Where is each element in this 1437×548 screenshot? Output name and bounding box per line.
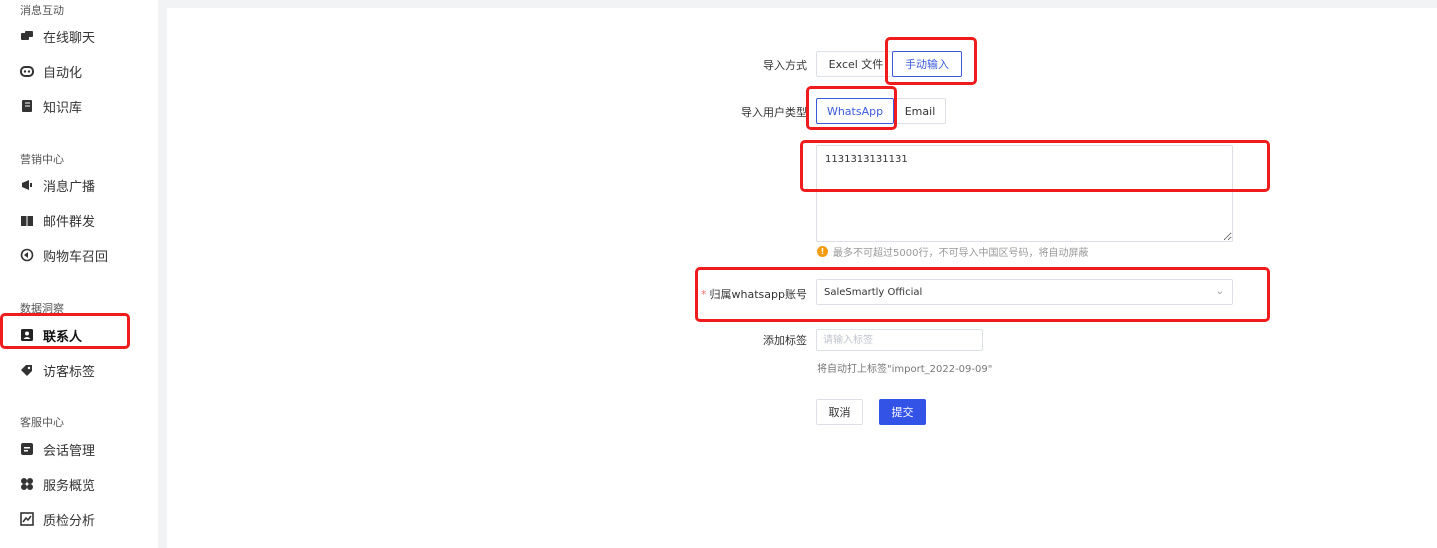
tags-label: 添加标签	[763, 334, 807, 347]
hint-text: 最多不可超过5000行，不可导入中国区号码，将自动屏蔽	[833, 248, 1089, 259]
warning-icon: !	[817, 246, 828, 257]
sidebar-item-service-overview[interactable]: 服务概览	[20, 473, 95, 495]
sidebar-item-session-management[interactable]: 会话管理	[20, 438, 95, 460]
required-mark: *	[701, 288, 707, 301]
sidebar-item-knowledge-base[interactable]: 知识库	[20, 95, 82, 117]
sidebar-item-label: 质检分析	[43, 513, 96, 529]
sidebar-item-automation[interactable]: 自动化	[20, 60, 82, 82]
session-icon	[20, 442, 34, 456]
tag-input[interactable]	[816, 329, 983, 351]
sidebar-item-label: 联系人	[43, 329, 83, 345]
import-hint: ! 最多不可超过5000行，不可导入中国区号码，将自动屏蔽	[817, 244, 1088, 259]
email-type-button[interactable]: Email	[894, 98, 946, 124]
sidebar-item-label: 服务概览	[43, 478, 96, 494]
sidebar-item-live-chat[interactable]: 在线聊天	[20, 25, 95, 47]
sidebar-item-broadcast[interactable]: 消息广播	[20, 174, 95, 196]
excel-file-button[interactable]: Excel 文件	[816, 51, 896, 77]
sidebar-item-visitor-tags[interactable]: 访客标签	[20, 359, 95, 381]
tag-icon	[20, 363, 34, 377]
manual-input-button[interactable]: 手动输入	[892, 51, 962, 77]
import-method-label: 导入方式	[763, 59, 807, 72]
sidebar-item-cart-recall[interactable]: 购物车召回	[20, 244, 108, 266]
sidebar-item-label: 购物车召回	[43, 249, 109, 265]
section-title-message: 消息互动	[20, 4, 64, 17]
submit-button[interactable]: 提交	[879, 399, 926, 425]
section-title-marketing: 营销中心	[20, 153, 64, 166]
chat-icon	[20, 29, 34, 43]
sidebar-item-label: 自动化	[43, 65, 83, 81]
account-label-text: 归属whatsapp账号	[709, 288, 807, 301]
whatsapp-account-select[interactable]: SaleSmartly Official ⌄	[816, 279, 1233, 305]
sidebar-item-label: 邮件群发	[43, 214, 96, 230]
selected-account: SaleSmartly Official	[824, 286, 923, 298]
book-icon	[20, 99, 34, 113]
user-type-label: 导入用户类型	[741, 106, 807, 119]
sidebar-item-contacts[interactable]: 联系人	[20, 324, 82, 346]
robot-icon	[20, 64, 34, 78]
sidebar-item-label: 知识库	[43, 100, 83, 116]
auto-tag-note: 将自动打上标签"import_2022-09-09"	[817, 364, 993, 375]
broadcast-icon	[20, 178, 34, 192]
account-label: * 归属whatsapp账号	[700, 286, 807, 302]
sidebar-item-label: 访客标签	[43, 364, 96, 380]
main-panel	[167, 8, 1437, 548]
section-title-data: 数据洞察	[20, 302, 64, 315]
whatsapp-type-button[interactable]: WhatsApp	[816, 98, 894, 124]
analysis-icon	[20, 512, 34, 526]
section-title-service: 客服中心	[20, 416, 64, 429]
sidebar-item-mass-email[interactable]: 邮件群发	[20, 209, 95, 231]
sidebar: 消息互动 在线聊天 自动化 知识库 营销中心 消息广播 邮件群发 购物车召回 数…	[0, 0, 158, 548]
sidebar-item-label: 消息广播	[43, 179, 96, 195]
sidebar-item-label: 在线聊天	[43, 30, 96, 46]
recall-icon	[20, 248, 34, 262]
sidebar-item-label: 会话管理	[43, 443, 96, 459]
chevron-down-icon: ⌄	[1215, 286, 1224, 297]
contact-icon	[20, 328, 34, 342]
overview-icon	[20, 477, 34, 491]
sidebar-item-quality-analysis[interactable]: 质检分析	[20, 508, 95, 530]
cancel-button[interactable]: 取消	[816, 399, 863, 425]
gift-icon	[20, 213, 34, 227]
numbers-textarea[interactable]	[816, 145, 1233, 242]
